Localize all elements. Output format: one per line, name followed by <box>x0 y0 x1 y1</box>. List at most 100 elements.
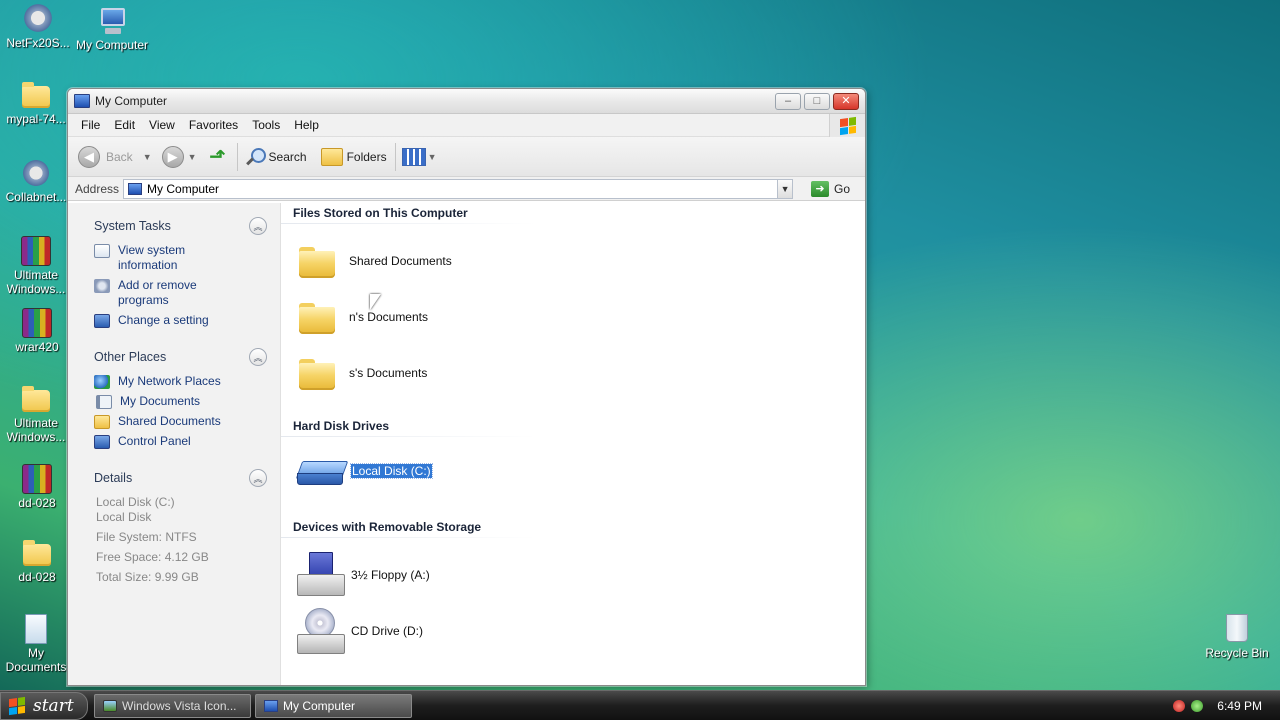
desktop-icon-netfx[interactable]: NetFx20S... <box>0 2 76 50</box>
details-title: Details <box>94 471 133 485</box>
address-dropdown-icon[interactable]: ▼ <box>777 178 794 199</box>
network-places-icon <box>94 375 110 389</box>
windows-logo-icon <box>9 696 25 715</box>
item-n-documents[interactable]: n's Documents <box>297 299 428 335</box>
minimize-button[interactable]: – <box>775 92 801 110</box>
taskbar-button-vista-icon[interactable]: Windows Vista Icon... <box>94 693 251 718</box>
item-label: Shared Documents <box>349 254 452 268</box>
details-file-system: File System: NTFS <box>96 530 197 544</box>
desktop-icon-my-documents[interactable]: My Documents <box>0 612 74 674</box>
desktop-icon-dd-028-folder[interactable]: dd-028 <box>0 540 75 584</box>
back-dropdown-icon[interactable]: ▼ <box>143 152 152 162</box>
search-button[interactable]: Search <box>244 146 307 168</box>
security-alert-icon[interactable] <box>1173 700 1186 712</box>
go-label: Go <box>834 181 851 196</box>
taskbar-button-label: Windows Vista Icon... <box>122 698 237 713</box>
desktop-icon-ultimate-windows-1[interactable]: Ultimate Windows... <box>0 234 74 296</box>
desktop-icon-dd-028-archive[interactable]: dd-028 <box>0 462 75 510</box>
views-dropdown-icon: ▼ <box>427 151 437 162</box>
start-button[interactable]: start <box>0 691 88 720</box>
address-label: Address <box>75 181 120 196</box>
control-panel-icon <box>94 314 110 328</box>
back-button[interactable]: ◀ Back <box>78 145 133 168</box>
change-setting-link[interactable]: Change a setting <box>94 313 267 328</box>
other-places-body: My Network Places My Documents Shared Do… <box>81 374 267 449</box>
forward-button[interactable]: ▶ <box>161 145 184 168</box>
system-tasks-header[interactable]: System Tasks ︽ <box>81 215 267 237</box>
link-label: Control Panel <box>118 434 191 448</box>
item-cd-drive-d[interactable]: CD Drive (D:) <box>297 608 423 654</box>
add-remove-programs-link[interactable]: Add or remove programs <box>94 278 267 308</box>
menu-tools[interactable]: Tools <box>246 118 286 132</box>
desktop-icon-wrar420[interactable]: wrar420 <box>0 306 75 354</box>
views-button[interactable]: ▼ <box>401 147 437 166</box>
desktop-icon-label: mypal-74... <box>6 112 66 126</box>
address-input[interactable]: My Computer ▼ <box>123 178 794 199</box>
folders-icon <box>320 147 343 166</box>
taskbar-button-my-computer[interactable]: My Computer <box>255 693 412 718</box>
desktop-icon-collabnet[interactable]: Collabnet... <box>0 156 74 204</box>
taskbar-button-label: My Computer <box>283 698 356 713</box>
address-bar: Address My Computer ▼ ➜ Go <box>68 177 865 201</box>
clock[interactable]: 6:49 PM <box>1217 699 1262 713</box>
details-body: Local Disk (C:) Local Disk File System: … <box>81 495 267 585</box>
main-pane: Files Stored on This Computer Shared Doc… <box>281 203 865 685</box>
maximize-button[interactable]: □ <box>804 92 830 110</box>
menu-edit[interactable]: Edit <box>108 118 141 132</box>
my-network-places-link[interactable]: My Network Places <box>94 374 267 389</box>
item-label: n's Documents <box>349 310 428 324</box>
title-bar[interactable]: My Computer – □ ✕ <box>68 89 865 114</box>
application-icon <box>103 699 117 712</box>
menu-favorites[interactable]: Favorites <box>183 118 244 132</box>
group-hard-disks-header: Hard Disk Drives <box>293 419 390 433</box>
desktop-icon-label: Ultimate Windows... <box>6 416 66 444</box>
folders-button[interactable]: Folders <box>320 147 387 166</box>
recycle-bin-icon <box>1226 614 1248 642</box>
control-panel-link[interactable]: Control Panel <box>94 434 267 449</box>
system-tasks-body: View system information Add or remove pr… <box>81 243 267 328</box>
item-local-disk-c[interactable]: Local Disk (C:) <box>297 457 433 485</box>
desktop-icon-label: My Computer <box>75 38 149 52</box>
window-content: System Tasks ︽ View system information A… <box>68 203 865 685</box>
menu-help[interactable]: Help <box>288 118 325 132</box>
group-divider <box>281 223 536 224</box>
group-divider <box>281 537 536 538</box>
go-button[interactable]: ➜ Go <box>811 180 851 197</box>
forward-dropdown-icon[interactable]: ▼ <box>188 152 197 162</box>
network-status-icon[interactable] <box>1191 700 1204 712</box>
view-system-information-link[interactable]: View system information <box>94 243 267 273</box>
link-label: My Network Places <box>118 374 221 388</box>
window-title: My Computer <box>95 94 168 108</box>
item-shared-documents[interactable]: Shared Documents <box>297 243 452 279</box>
system-tray: 6:49 PM <box>1170 691 1280 720</box>
collapse-chevron-icon[interactable]: ︽ <box>249 217 267 235</box>
menu-bar: File Edit View Favorites Tools Help <box>68 114 865 137</box>
task-pane: System Tasks ︽ View system information A… <box>68 203 281 685</box>
other-places-header[interactable]: Other Places ︽ <box>81 346 267 368</box>
details-header[interactable]: Details ︽ <box>81 467 267 489</box>
cd-drive-icon <box>297 608 345 654</box>
desktop-icon-mypal[interactable]: mypal-74... <box>0 82 74 126</box>
up-folder-icon[interactable]: ⬏ <box>207 146 229 168</box>
collapse-chevron-icon[interactable]: ︽ <box>249 469 267 487</box>
group-files-header: Files Stored on This Computer <box>293 206 468 220</box>
close-button[interactable]: ✕ <box>833 92 859 110</box>
my-documents-link[interactable]: My Documents <box>94 394 267 409</box>
details-name: Local Disk (C:) <box>96 495 175 509</box>
menu-file[interactable]: File <box>75 118 106 132</box>
toolbar: ◀ Back ▼ ▶ ▼ ⬏ Search Folders ▼ <box>68 137 865 177</box>
folder-icon <box>23 540 51 566</box>
desktop-icon-my-computer[interactable]: My Computer <box>74 6 150 52</box>
item-label: 3½ Floppy (A:) <box>351 568 430 582</box>
desktop-icon-recycle-bin[interactable]: Recycle Bin <box>1199 612 1275 660</box>
folder-icon <box>22 82 50 108</box>
item-s-documents[interactable]: s's Documents <box>297 355 427 391</box>
documents-icon <box>25 614 47 644</box>
collapse-chevron-icon[interactable]: ︽ <box>249 348 267 366</box>
shared-documents-link[interactable]: Shared Documents <box>94 414 267 429</box>
item-floppy-a[interactable]: 3½ Floppy (A:) <box>297 552 430 598</box>
winrar-installer-icon <box>22 308 52 338</box>
menu-view[interactable]: View <box>143 118 181 132</box>
desktop-icon-ultimate-windows-2[interactable]: Ultimate Windows... <box>0 386 74 444</box>
add-remove-programs-icon <box>94 279 110 293</box>
